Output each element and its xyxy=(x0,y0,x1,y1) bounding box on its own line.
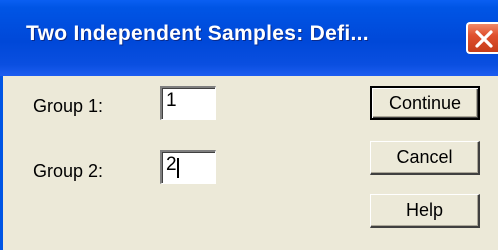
group1-value: 1 xyxy=(166,90,177,111)
group2-label: Group 2: xyxy=(33,161,104,181)
help-button[interactable]: Help xyxy=(370,194,480,228)
cancel-button[interactable]: Cancel xyxy=(370,141,480,175)
continue-button[interactable]: Continue xyxy=(370,86,480,120)
title-bar[interactable]: Two Independent Samples: Defi... xyxy=(0,0,498,76)
close-button[interactable] xyxy=(466,22,498,54)
group1-field[interactable]: 1 xyxy=(160,86,216,120)
group1-label: Group 1: xyxy=(33,96,104,116)
define-groups-dialog: Two Independent Samples: Defi... Group 1… xyxy=(0,0,498,250)
window-title: Two Independent Samples: Defi... xyxy=(26,22,369,45)
dialog-body: Group 1: 1 Group 2: 2 Continue Cancel He… xyxy=(0,76,498,250)
close-icon xyxy=(475,30,493,48)
group2-value: 2 xyxy=(166,154,177,175)
group2-field[interactable]: 2 xyxy=(160,150,216,184)
text-caret xyxy=(177,158,179,178)
